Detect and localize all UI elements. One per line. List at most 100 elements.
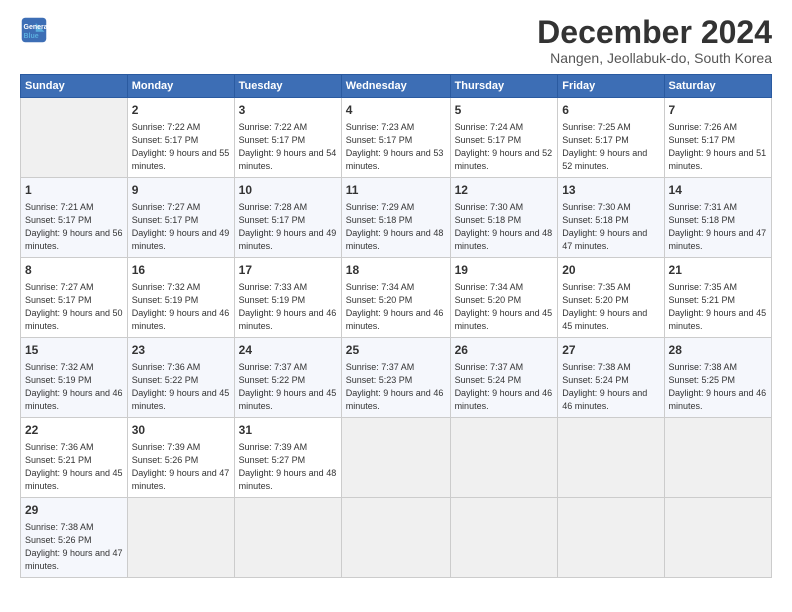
calendar-cell: 16 Sunrise: 7:32 AMSunset: 5:19 PMDayligh… <box>127 257 234 337</box>
calendar-cell: 20Sunrise: 7:35 AMSunset: 5:20 PMDayligh… <box>558 257 664 337</box>
calendar-cell: 22 Sunrise: 7:36 AMSunset: 5:21 PMDayligh… <box>21 417 128 497</box>
col-header-sunday: Sunday <box>21 75 128 98</box>
calendar-cell: 18Sunrise: 7:34 AMSunset: 5:20 PMDayligh… <box>341 257 450 337</box>
day-number: 22 <box>25 422 123 439</box>
calendar-cell: 13 Sunrise: 7:30 AMSunset: 5:18 PMDayligh… <box>558 177 664 257</box>
day-info: Sunrise: 7:27 AMSunset: 5:17 PMDaylight:… <box>25 282 123 331</box>
calendar-cell: 5 Sunrise: 7:24 AMSunset: 5:17 PMDaylight… <box>450 98 558 178</box>
day-number: 15 <box>25 342 123 359</box>
calendar-cell: 12 Sunrise: 7:30 AMSunset: 5:18 PMDayligh… <box>450 177 558 257</box>
day-number: 21 <box>669 262 767 279</box>
calendar-cell <box>450 417 558 497</box>
day-number: 14 <box>669 182 767 199</box>
day-info: Sunrise: 7:38 AMSunset: 5:24 PMDaylight:… <box>562 362 647 411</box>
calendar-cell: 11 Sunrise: 7:29 AMSunset: 5:18 PMDayligh… <box>341 177 450 257</box>
calendar-cell: 26 Sunrise: 7:37 AMSunset: 5:24 PMDayligh… <box>450 337 558 417</box>
calendar-cell: 17 Sunrise: 7:33 AMSunset: 5:19 PMDayligh… <box>234 257 341 337</box>
svg-text:Blue: Blue <box>24 33 39 40</box>
svg-text:General: General <box>24 24 49 31</box>
month-title: December 2024 <box>537 16 772 48</box>
col-header-wednesday: Wednesday <box>341 75 450 98</box>
day-number: 4 <box>346 102 446 119</box>
day-info: Sunrise: 7:38 AMSunset: 5:26 PMDaylight:… <box>25 522 123 571</box>
day-number: 29 <box>25 502 123 519</box>
logo: General Blue <box>20 16 48 44</box>
day-info: Sunrise: 7:28 AMSunset: 5:17 PMDaylight:… <box>239 202 337 251</box>
calendar-cell <box>664 417 771 497</box>
day-info: Sunrise: 7:34 AMSunset: 5:20 PMDaylight:… <box>455 282 553 331</box>
day-info: Sunrise: 7:37 AMSunset: 5:24 PMDaylight:… <box>455 362 553 411</box>
calendar-cell <box>234 497 341 577</box>
day-info: Sunrise: 7:23 AMSunset: 5:17 PMDaylight:… <box>346 122 444 171</box>
day-info: Sunrise: 7:25 AMSunset: 5:17 PMDaylight:… <box>562 122 647 171</box>
calendar-cell: 15Sunrise: 7:32 AMSunset: 5:19 PMDayligh… <box>21 337 128 417</box>
calendar-cell: 31Sunrise: 7:39 AMSunset: 5:27 PMDayligh… <box>234 417 341 497</box>
day-number: 28 <box>669 342 767 359</box>
day-info: Sunrise: 7:36 AMSunset: 5:22 PMDaylight:… <box>132 362 230 411</box>
calendar-cell: 25Sunrise: 7:37 AMSunset: 5:23 PMDayligh… <box>341 337 450 417</box>
calendar-cell: 9 Sunrise: 7:27 AMSunset: 5:17 PMDaylight… <box>127 177 234 257</box>
calendar-cell: 19 Sunrise: 7:34 AMSunset: 5:20 PMDayligh… <box>450 257 558 337</box>
day-number: 13 <box>562 182 659 199</box>
day-info: Sunrise: 7:36 AMSunset: 5:21 PMDaylight:… <box>25 442 123 491</box>
calendar-cell <box>21 98 128 178</box>
day-info: Sunrise: 7:34 AMSunset: 5:20 PMDaylight:… <box>346 282 444 331</box>
col-header-monday: Monday <box>127 75 234 98</box>
day-number: 6 <box>562 102 659 119</box>
logo-icon: General Blue <box>20 16 48 44</box>
day-number: 27 <box>562 342 659 359</box>
day-number: 7 <box>669 102 767 119</box>
day-number: 30 <box>132 422 230 439</box>
day-number: 19 <box>455 262 554 279</box>
day-number: 17 <box>239 262 337 279</box>
calendar-cell <box>341 497 450 577</box>
day-number: 12 <box>455 182 554 199</box>
location-subtitle: Nangen, Jeollabuk-do, South Korea <box>537 50 772 66</box>
calendar-cell <box>558 497 664 577</box>
day-number: 8 <box>25 262 123 279</box>
calendar-cell: 30 Sunrise: 7:39 AMSunset: 5:26 PMDayligh… <box>127 417 234 497</box>
calendar-cell: 8 Sunrise: 7:27 AMSunset: 5:17 PMDaylight… <box>21 257 128 337</box>
day-info: Sunrise: 7:39 AMSunset: 5:26 PMDaylight:… <box>132 442 230 491</box>
day-info: Sunrise: 7:26 AMSunset: 5:17 PMDaylight:… <box>669 122 767 171</box>
calendar-cell: 6 Sunrise: 7:25 AMSunset: 5:17 PMDaylight… <box>558 98 664 178</box>
day-number: 1 <box>25 182 123 199</box>
day-number: 31 <box>239 422 337 439</box>
day-info: Sunrise: 7:27 AMSunset: 5:17 PMDaylight:… <box>132 202 230 251</box>
day-number: 9 <box>132 182 230 199</box>
calendar-cell <box>558 417 664 497</box>
day-number: 10 <box>239 182 337 199</box>
col-header-friday: Friday <box>558 75 664 98</box>
col-header-saturday: Saturday <box>664 75 771 98</box>
day-info: Sunrise: 7:30 AMSunset: 5:18 PMDaylight:… <box>455 202 553 251</box>
day-info: Sunrise: 7:37 AMSunset: 5:23 PMDaylight:… <box>346 362 444 411</box>
calendar-cell <box>341 417 450 497</box>
day-info: Sunrise: 7:24 AMSunset: 5:17 PMDaylight:… <box>455 122 553 171</box>
calendar-cell: 4 Sunrise: 7:23 AMSunset: 5:17 PMDaylight… <box>341 98 450 178</box>
day-info: Sunrise: 7:30 AMSunset: 5:18 PMDaylight:… <box>562 202 647 251</box>
day-info: Sunrise: 7:21 AMSunset: 5:17 PMDaylight:… <box>25 202 123 251</box>
day-info: Sunrise: 7:22 AMSunset: 5:17 PMDaylight:… <box>132 122 230 171</box>
calendar-cell: 7 Sunrise: 7:26 AMSunset: 5:17 PMDaylight… <box>664 98 771 178</box>
page: General Blue December 2024 Nangen, Jeoll… <box>0 0 792 612</box>
day-number: 26 <box>455 342 554 359</box>
day-number: 16 <box>132 262 230 279</box>
day-info: Sunrise: 7:29 AMSunset: 5:18 PMDaylight:… <box>346 202 444 251</box>
day-info: Sunrise: 7:33 AMSunset: 5:19 PMDaylight:… <box>239 282 337 331</box>
day-info: Sunrise: 7:32 AMSunset: 5:19 PMDaylight:… <box>132 282 230 331</box>
calendar-table: SundayMondayTuesdayWednesdayThursdayFrid… <box>20 74 772 578</box>
day-number: 5 <box>455 102 554 119</box>
calendar-cell: 14Sunrise: 7:31 AMSunset: 5:18 PMDayligh… <box>664 177 771 257</box>
day-number: 24 <box>239 342 337 359</box>
day-number: 3 <box>239 102 337 119</box>
calendar-cell: 1 Sunrise: 7:21 AMSunset: 5:17 PMDaylight… <box>21 177 128 257</box>
day-info: Sunrise: 7:35 AMSunset: 5:20 PMDaylight:… <box>562 282 647 331</box>
day-number: 23 <box>132 342 230 359</box>
calendar-cell <box>127 497 234 577</box>
calendar-cell <box>450 497 558 577</box>
day-number: 11 <box>346 182 446 199</box>
day-info: Sunrise: 7:38 AMSunset: 5:25 PMDaylight:… <box>669 362 767 411</box>
calendar-cell: 21Sunrise: 7:35 AMSunset: 5:21 PMDayligh… <box>664 257 771 337</box>
calendar-cell: 24Sunrise: 7:37 AMSunset: 5:22 PMDayligh… <box>234 337 341 417</box>
calendar-cell: 23 Sunrise: 7:36 AMSunset: 5:22 PMDayligh… <box>127 337 234 417</box>
